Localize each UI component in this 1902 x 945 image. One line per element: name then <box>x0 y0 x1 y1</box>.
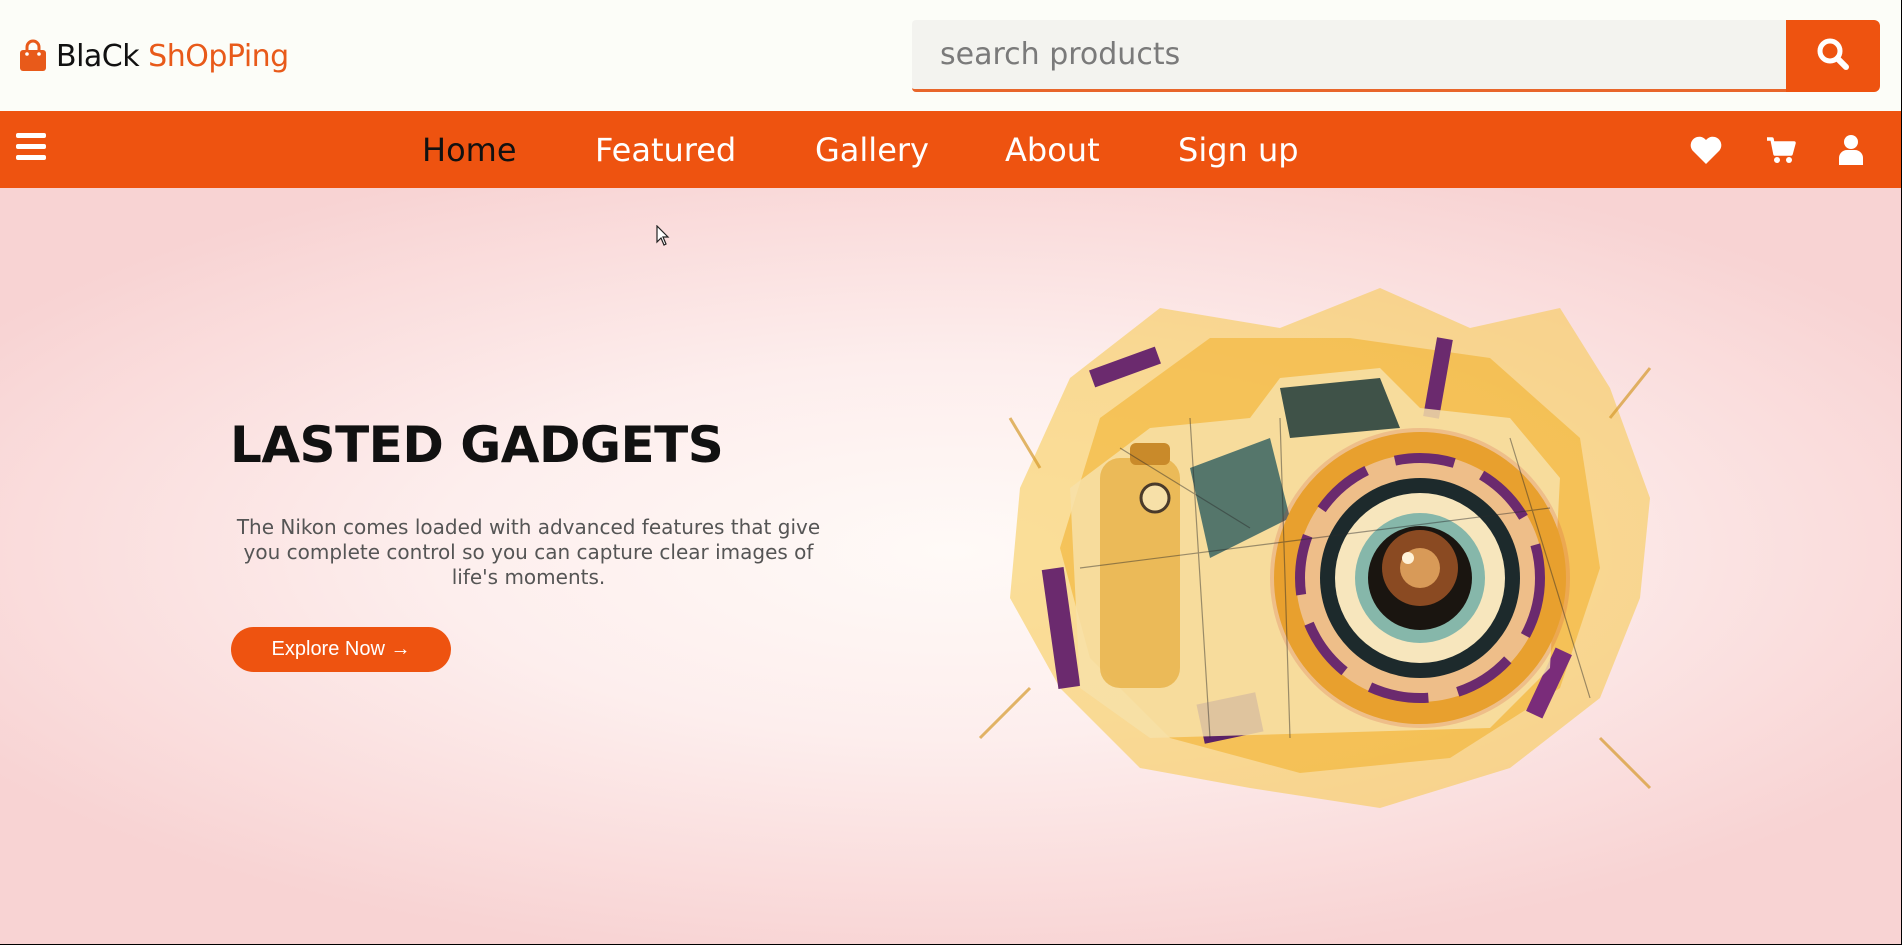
nav-link-about[interactable]: About <box>1005 131 1100 169</box>
shopping-bag-icon <box>18 39 48 73</box>
cart-icon[interactable] <box>1764 133 1798 167</box>
logo-text-accent: ShOpPing <box>148 38 289 74</box>
search-bar <box>912 20 1880 92</box>
site-logo[interactable]: BlaCk ShOpPing <box>18 36 289 76</box>
main-navbar: Home Featured Gallery About Sign up <box>0 111 1901 188</box>
nav-link-sign-up[interactable]: Sign up <box>1178 131 1299 169</box>
nav-link-featured[interactable]: Featured <box>595 131 736 169</box>
mouse-cursor-icon <box>656 224 670 247</box>
nav-link-gallery[interactable]: Gallery <box>815 131 929 169</box>
search-button[interactable] <box>1786 20 1880 92</box>
top-header: BlaCk ShOpPing <box>0 0 1901 111</box>
user-icon[interactable] <box>1834 133 1868 167</box>
browser-viewport: BlaCk ShOpPing Home Featured Gallery Abo… <box>0 0 1901 944</box>
heart-icon[interactable] <box>1689 133 1723 167</box>
nav-links: Home Featured Gallery About Sign up <box>0 111 1901 188</box>
logo-text: BlaCk ShOpPing <box>56 39 289 74</box>
screen: BlaCk ShOpPing Home Featured Gallery Abo… <box>0 0 1902 945</box>
logo-text-black: BlaCk <box>56 38 140 74</box>
hero-section: LASTED GADGETS The Nikon comes loaded wi… <box>0 188 1901 944</box>
search-input[interactable] <box>912 20 1787 92</box>
hero-title: LASTED GADGETS <box>230 416 724 474</box>
camera-illustration <box>950 268 1670 828</box>
hero-description: The Nikon comes loaded with advanced fea… <box>236 515 821 589</box>
search-icon <box>1816 37 1850 75</box>
nav-link-home[interactable]: Home <box>422 131 517 169</box>
explore-now-button[interactable]: Explore Now → <box>231 627 451 672</box>
